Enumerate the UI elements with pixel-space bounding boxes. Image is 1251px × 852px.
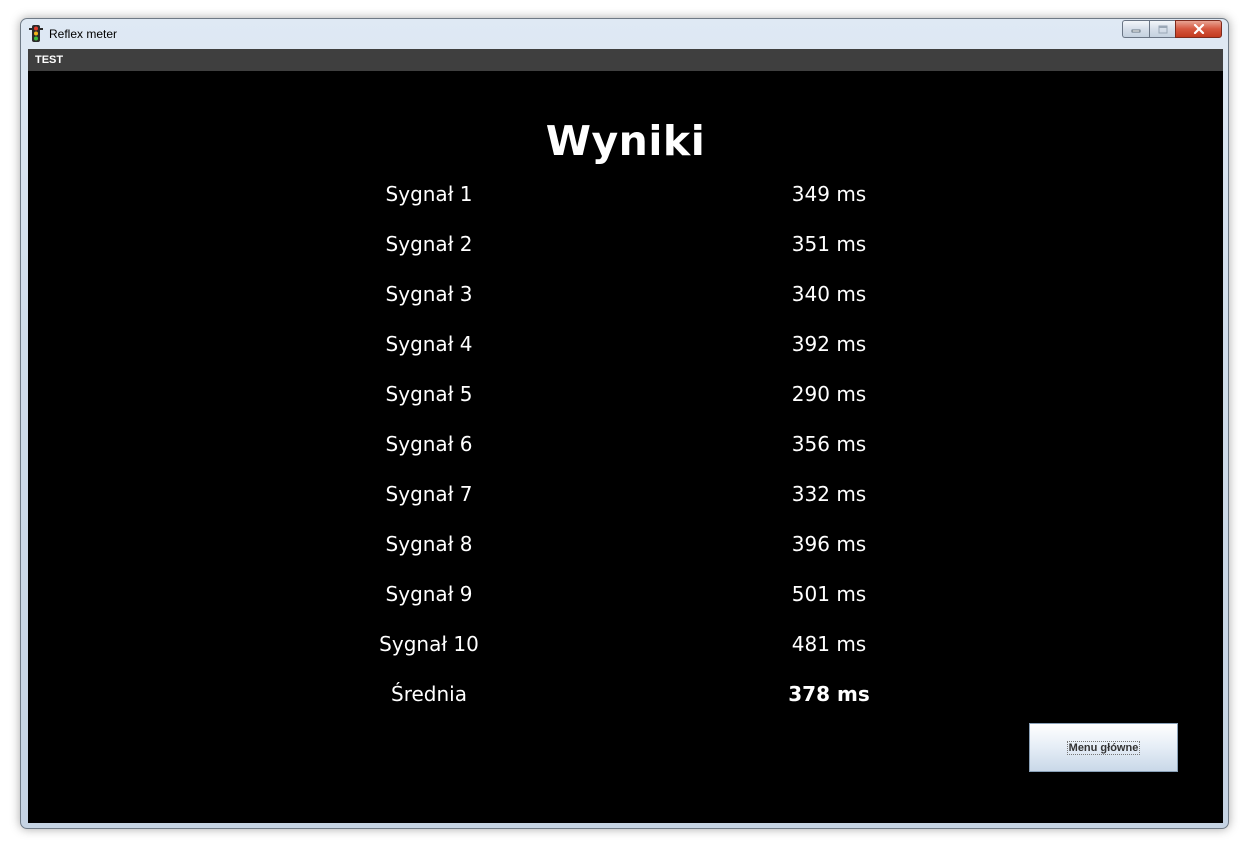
close-button[interactable] <box>1175 20 1222 38</box>
signal-time: 501 ms <box>791 582 867 606</box>
signal-time: 396 ms <box>791 532 867 556</box>
signal-label: Sygnał 9 <box>385 582 473 606</box>
window-controls <box>1122 20 1222 38</box>
result-row: Sygnał 2 351 ms <box>28 229 1223 279</box>
result-row: Sygnał 8 396 ms <box>28 529 1223 579</box>
result-row: Sygnał 9 501 ms <box>28 579 1223 629</box>
content-area: TEST Wyniki Sygnał 1 349 ms Sygnał 2 351… <box>28 49 1223 823</box>
average-row: Średnia 378 ms <box>28 679 1223 729</box>
result-row: Sygnał 1 349 ms <box>28 179 1223 229</box>
result-row: Sygnał 10 481 ms <box>28 629 1223 679</box>
main-menu-button-label: Menu główne <box>1066 740 1141 755</box>
maximize-icon <box>1158 25 1167 33</box>
signal-label: Sygnał 1 <box>385 182 473 206</box>
signal-label: Sygnał 8 <box>385 532 473 556</box>
signal-label: Sygnał 5 <box>385 382 473 406</box>
window-title: Reflex meter <box>49 27 118 41</box>
signal-label: Sygnał 6 <box>385 432 473 456</box>
result-row: Sygnał 4 392 ms <box>28 329 1223 379</box>
signal-label: Sygnał 4 <box>385 332 473 356</box>
signal-time: 340 ms <box>791 282 867 306</box>
title-bar[interactable]: Reflex meter <box>21 19 1228 49</box>
signal-label: Sygnał 10 <box>379 632 479 656</box>
menu-test[interactable]: TEST <box>35 54 63 66</box>
average-time: 378 ms <box>788 682 870 706</box>
result-row: Sygnał 5 290 ms <box>28 379 1223 429</box>
app-window: Reflex meter TEST Wyniki Sygnał 1 349 ms… <box>20 18 1229 829</box>
maximize-button[interactable] <box>1149 20 1175 38</box>
results-table: Sygnał 1 349 ms Sygnał 2 351 ms Sygnał 3… <box>28 179 1223 729</box>
minimize-icon <box>1131 29 1141 33</box>
signal-time: 349 ms <box>791 182 867 206</box>
result-row: Sygnał 6 356 ms <box>28 429 1223 479</box>
minimize-button[interactable] <box>1122 20 1149 38</box>
signal-label: Sygnał 3 <box>385 282 473 306</box>
signal-time: 290 ms <box>791 382 867 406</box>
signal-time: 392 ms <box>791 332 867 356</box>
signal-time: 351 ms <box>791 232 867 256</box>
results-heading: Wyniki <box>545 117 706 165</box>
signal-time: 356 ms <box>791 432 867 456</box>
menu-bar: TEST <box>28 49 1223 71</box>
average-label: Średnia <box>391 682 467 706</box>
signal-time: 332 ms <box>791 482 867 506</box>
result-row: Sygnał 3 340 ms <box>28 279 1223 329</box>
result-row: Sygnał 7 332 ms <box>28 479 1223 529</box>
signal-label: Sygnał 7 <box>385 482 473 506</box>
main-menu-button[interactable]: Menu główne <box>1029 723 1178 772</box>
signal-label: Sygnał 2 <box>385 232 473 256</box>
close-icon <box>1193 24 1204 34</box>
traffic-light-icon <box>29 25 43 42</box>
signal-time: 481 ms <box>791 632 867 656</box>
